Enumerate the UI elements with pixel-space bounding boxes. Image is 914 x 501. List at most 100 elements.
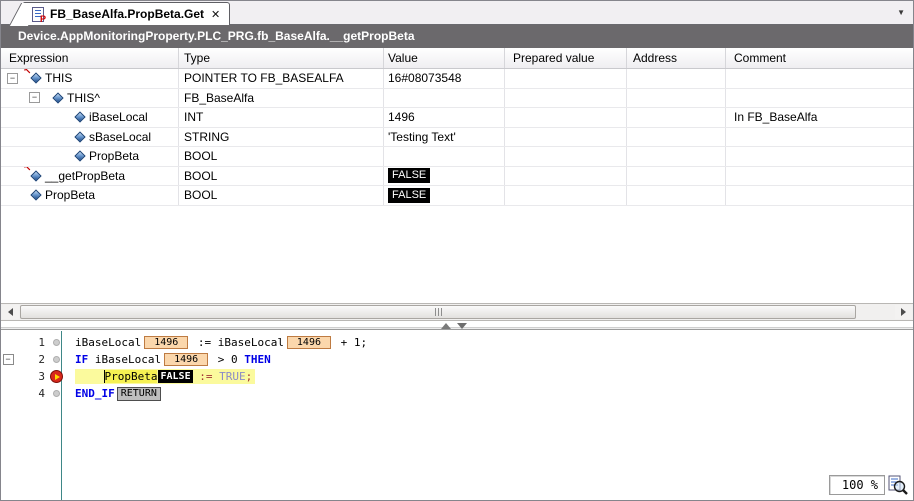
prepared-value-cell[interactable] bbox=[505, 69, 627, 88]
expand-toggle[interactable]: − bbox=[7, 73, 18, 84]
scrollbar-thumb[interactable] bbox=[20, 305, 856, 319]
expression-cell: −THIS^ bbox=[1, 89, 179, 108]
scroll-left-button[interactable] bbox=[2, 305, 19, 319]
keyword-token: THEN bbox=[244, 353, 271, 366]
code-line[interactable]: 3 PropBetaFALSE := TRUE; bbox=[1, 368, 913, 385]
prepared-value-cell[interactable] bbox=[505, 147, 627, 166]
expression-cell: PropBeta bbox=[1, 186, 179, 205]
comment-cell bbox=[726, 186, 913, 205]
type-cell: POINTER TO FB_BASEALFA bbox=[179, 69, 384, 88]
scroll-left-arrow-icon bbox=[8, 308, 13, 316]
breakpoint-margin[interactable] bbox=[45, 339, 68, 346]
thumb-grip-icon bbox=[438, 308, 439, 316]
prepared-value-cell[interactable] bbox=[505, 89, 627, 108]
inline-false-chip[interactable]: FALSE bbox=[158, 370, 192, 383]
fold-toggle-icon[interactable]: − bbox=[3, 354, 14, 365]
zoom-magnifier-icon[interactable] bbox=[887, 474, 909, 496]
reference-arrow-icon: ↖ bbox=[23, 167, 31, 175]
code-line[interactable]: 1iBaseLocal1496 := iBaseLocal1496 + 1; bbox=[1, 334, 913, 351]
watch-row[interactable]: ↖__getPropBetaBOOLFALSE bbox=[1, 167, 913, 187]
address-cell bbox=[627, 89, 726, 108]
editor-zoom-level[interactable]: 100 % bbox=[829, 475, 885, 495]
code-line-text: iBaseLocal1496 := iBaseLocal1496 + 1; bbox=[68, 336, 367, 349]
code-line[interactable]: −2IF iBaseLocal1496 > 0 THEN bbox=[1, 351, 913, 368]
statement-bullet-icon bbox=[53, 390, 60, 397]
tab-strip: P FB_BaseAlfa.PropBeta.Get ✕ ▼ bbox=[1, 1, 913, 25]
expression-label: sBaseLocal bbox=[89, 130, 151, 144]
tab-fb-basealfa-propbeta-get[interactable]: P FB_BaseAlfa.PropBeta.Get ✕ bbox=[23, 2, 230, 25]
comment-cell bbox=[726, 89, 913, 108]
watch-row[interactable]: −THIS^FB_BaseAlfa bbox=[1, 89, 913, 109]
splitter-collapse-up-icon[interactable] bbox=[441, 323, 451, 329]
prepared-value-cell[interactable] bbox=[505, 108, 627, 127]
column-header-value[interactable]: Value bbox=[384, 48, 505, 68]
prepared-value-cell[interactable] bbox=[505, 128, 627, 147]
comment-cell bbox=[726, 167, 913, 186]
code-area[interactable]: 1iBaseLocal1496 := iBaseLocal1496 + 1;−2… bbox=[1, 331, 913, 402]
st-code-editor[interactable]: 1iBaseLocal1496 := iBaseLocal1496 + 1;−2… bbox=[1, 331, 913, 500]
column-header-prepared-value[interactable]: Prepared value bbox=[505, 48, 627, 68]
breakpoint-margin[interactable] bbox=[45, 370, 68, 383]
prepared-value-cell[interactable] bbox=[505, 186, 627, 205]
breakpoint-margin[interactable] bbox=[45, 390, 68, 397]
value-cell: 1496 bbox=[384, 108, 505, 127]
watch-row[interactable]: iBaseLocalINT 1496 In FB_BaseAlfa bbox=[1, 108, 913, 128]
inline-monitor-value[interactable]: 1496 bbox=[144, 336, 188, 349]
address-cell bbox=[627, 186, 726, 205]
variable-icon bbox=[73, 130, 86, 143]
operator-token: := bbox=[193, 370, 220, 383]
expression-label: __getPropBeta bbox=[45, 169, 125, 183]
value-text: 1496 bbox=[388, 110, 415, 124]
expression-label: PropBeta bbox=[89, 149, 139, 163]
type-cell: BOOL bbox=[179, 147, 384, 166]
indent-token bbox=[77, 370, 104, 383]
expression-cell: PropBeta bbox=[1, 147, 179, 166]
code-line[interactable]: 4END_IFRETURN bbox=[1, 385, 913, 402]
horizontal-scrollbar[interactable] bbox=[1, 303, 913, 321]
watch-row[interactable]: PropBeta BOOL bbox=[1, 147, 913, 167]
column-header-comment[interactable]: Comment bbox=[726, 48, 913, 68]
reference-arrow-icon: ↖ bbox=[23, 69, 31, 77]
variable-icon: ↖ bbox=[29, 169, 42, 182]
scroll-right-button[interactable] bbox=[895, 305, 912, 319]
variable-icon bbox=[51, 91, 64, 104]
inline-monitor-value[interactable]: 1496 bbox=[287, 336, 331, 349]
column-header-expression[interactable]: Expression bbox=[1, 48, 179, 68]
variable-icon: ↖ bbox=[29, 72, 42, 85]
active-breakpoint-icon[interactable] bbox=[50, 370, 63, 383]
column-header-address[interactable]: Address bbox=[627, 48, 726, 68]
inline-monitor-value[interactable]: 1496 bbox=[164, 353, 208, 366]
value-cell bbox=[384, 147, 505, 166]
expand-toggle[interactable]: − bbox=[29, 92, 40, 103]
comment-cell bbox=[726, 147, 913, 166]
code-token: + 1; bbox=[334, 336, 367, 349]
boolean-false-chip: FALSE bbox=[388, 168, 430, 183]
execution-highlight: PropBetaFALSE := TRUE; bbox=[75, 369, 255, 384]
splitter-collapse-down-icon[interactable] bbox=[457, 323, 467, 329]
address-cell bbox=[627, 69, 726, 88]
code-line-text: PropBetaFALSE := TRUE; bbox=[68, 369, 255, 384]
value-text: 16#08073548 bbox=[388, 71, 461, 85]
watch-row[interactable]: −↖THISPOINTER TO FB_BASEALFA16#08073548 bbox=[1, 69, 913, 89]
watch-row[interactable]: PropBetaBOOLFALSE bbox=[1, 186, 913, 206]
watch-table-header: ExpressionTypeValuePrepared valueAddress… bbox=[1, 48, 913, 69]
pane-splitter[interactable] bbox=[1, 321, 913, 331]
address-cell bbox=[627, 147, 726, 166]
breakpoint-margin[interactable] bbox=[45, 356, 68, 363]
tab-close-icon[interactable]: ✕ bbox=[210, 8, 221, 21]
keyword-token: END_IF bbox=[75, 387, 115, 400]
code-token: iBaseLocal bbox=[88, 353, 161, 366]
column-header-type[interactable]: Type bbox=[179, 48, 384, 68]
watch-row[interactable]: sBaseLocal STRING 'Testing Text' bbox=[1, 128, 913, 148]
comment-cell: In FB_BaseAlfa bbox=[726, 108, 913, 127]
expression-cell: iBaseLocal bbox=[1, 108, 179, 127]
tab-list-dropdown-icon[interactable]: ▼ bbox=[897, 8, 905, 17]
property-document-icon: P bbox=[32, 7, 44, 22]
type-cell: STRING bbox=[179, 128, 384, 147]
value-text: 'Testing Text' bbox=[388, 130, 456, 144]
variable-diamond-glyph bbox=[30, 190, 41, 201]
statement-bullet-icon bbox=[53, 339, 60, 346]
variable-diamond-glyph bbox=[30, 170, 41, 181]
type-cell: INT bbox=[179, 108, 384, 127]
prepared-value-cell[interactable] bbox=[505, 167, 627, 186]
